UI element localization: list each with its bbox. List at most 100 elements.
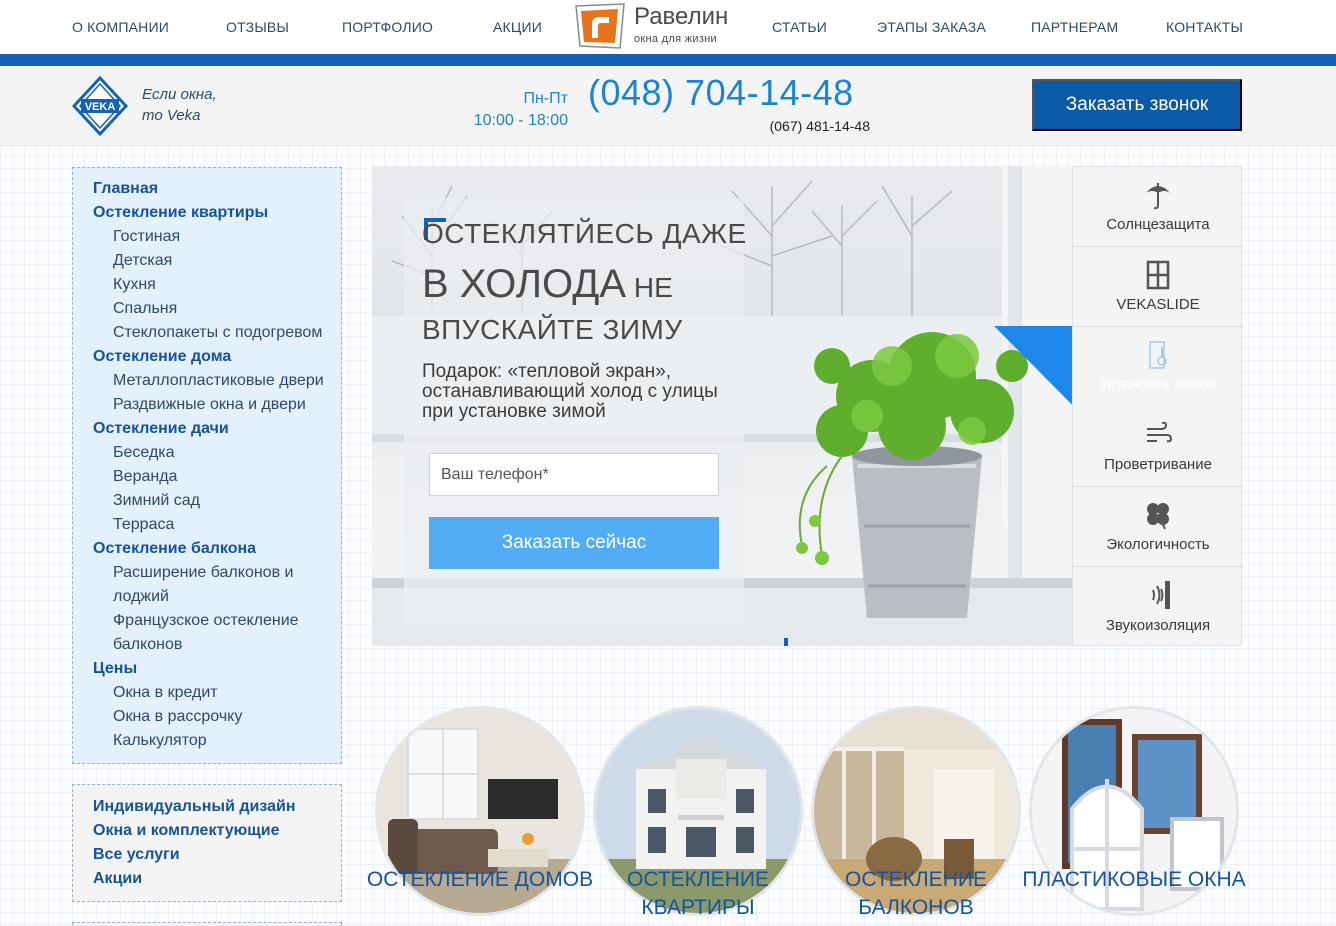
category-plastic-windows[interactable]: Пластиковые окна [1022, 706, 1246, 926]
sidebar-subitem-link[interactable]: Зимний сад [73, 489, 341, 513]
category-label: Пластиковые окна [1014, 866, 1254, 894]
request-callback-button[interactable]: Заказать звонок [1032, 79, 1242, 131]
hero-headline-line-2: в холода не [422, 262, 673, 307]
sidebar-secondary-link[interactable]: Акции [73, 867, 341, 891]
tab-winter-installation[interactable]: Установка зимой [1073, 327, 1243, 407]
slogan-line-2: то Veka [142, 107, 201, 124]
sidebar-subitem-link[interactable]: Беседка [73, 441, 341, 465]
sidebar-subitem-link[interactable]: Веранда [73, 465, 341, 489]
category-label-line-2: квартиры [641, 896, 755, 919]
hero-headline-line-3: впускайте зиму [422, 314, 683, 345]
contact-bar: VEKA Если окна, то Veka Пн-Пт 10:00 - 18… [0, 66, 1336, 146]
sidebar-section-link[interactable]: Остекление квартиры [73, 201, 341, 225]
sidebar-subitem-link[interactable]: Стеклопакеты с подогревом [73, 321, 341, 345]
sidebar-subitem-link[interactable]: балконов [73, 633, 341, 657]
sidebar-section-link[interactable]: Цены [73, 657, 341, 681]
window-frame-icon [1143, 259, 1173, 291]
sidebar-subitem-link[interactable]: Раздвижные окна и двери [73, 393, 341, 417]
sidebar-main-menu: Главная Остекление квартиры Гостиная Детска… [72, 167, 342, 764]
sidebar-subitem-link[interactable]: Французское остекление [73, 609, 341, 633]
sidebar-section-link[interactable]: Остекление дома [73, 345, 341, 369]
category-label-line-1: Пластиковые окна [1022, 868, 1246, 891]
sidebar-subitem-link[interactable]: Калькулятор [73, 729, 341, 753]
sidebar-subitem-link[interactable]: Расширение балконов и [73, 561, 341, 585]
nav-link-partners[interactable]: Партнерам [1031, 19, 1118, 35]
tab-vekaslide[interactable]: VEKASLIDE [1073, 247, 1243, 327]
nav-link-contacts[interactable]: Контакты [1166, 19, 1243, 35]
sidebar-secondary-menu: Индивидуальный дизайн Окна и комплектующи… [72, 784, 342, 902]
category-label-line-1: Остекление [845, 868, 987, 891]
tab-label: Экологичность [1106, 536, 1210, 553]
sidebar-subitem-link[interactable]: Кухня [73, 273, 341, 297]
tab-label: Проветривание [1104, 456, 1212, 473]
nav-link-promotions[interactable]: Акции [493, 19, 542, 35]
sidebar-subitem-link[interactable]: лоджий [73, 585, 341, 609]
tab-label: Звукоизоляция [1105, 617, 1211, 634]
sidebar-section-link[interactable]: Остекление балкона [73, 537, 341, 561]
site-logo[interactable]: Равелин окна для жизни [572, 0, 742, 50]
umbrella-icon [1143, 179, 1173, 211]
tab-ventilation[interactable]: Проветривание [1073, 407, 1243, 487]
sidebar-section-link[interactable]: Главная [73, 177, 341, 201]
category-label-line-2: балконов [858, 896, 974, 919]
tab-label: VEKASLIDE [1116, 296, 1200, 313]
nav-link-portfolio[interactable]: Портфолио [342, 19, 433, 35]
slogan-line-1: Если окна, [142, 86, 217, 103]
hours-time: 10:00 - 18:00 [473, 112, 568, 129]
feature-tabs: Солнцезащита VEKASLIDE Установка зимой П… [1072, 166, 1243, 647]
sidebar-subitem-link[interactable]: Терраса [73, 513, 341, 537]
corner-accent-bottom-right [766, 638, 788, 646]
sidebar-subitem-link[interactable]: Окна в рассрочку [73, 705, 341, 729]
alt-phone-link[interactable]: (067) 481-14-48 [700, 118, 870, 134]
sidebar-third-box [72, 922, 342, 926]
category-label: Остекление домов [360, 866, 600, 894]
category-label: Остекление квартиры [578, 866, 818, 922]
logo-tagline: окна для жизни [634, 33, 717, 45]
category-label-line-1: Остекление домов [366, 868, 594, 891]
hero-banner: Остеклятйесь даже в холода не впускайте … [372, 166, 1072, 646]
tab-label: Солнцезащита [1106, 216, 1210, 233]
nav-link-reviews[interactable]: Отзывы [226, 19, 289, 35]
category-apartments[interactable]: Остекление квартиры [588, 706, 808, 926]
logo-name: Равелин [634, 3, 729, 30]
thermometer-icon [1143, 339, 1173, 371]
nav-link-articles[interactable]: Статьи [772, 19, 827, 35]
logo-mark-icon [572, 2, 628, 49]
hero-headline-big: в холода [422, 262, 627, 306]
top-navigation: О компании Отзывы Портфолио Акции Равели… [0, 0, 1336, 66]
tab-sun-protection[interactable]: Солнцезащита [1073, 167, 1243, 247]
tab-label: Установка зимой [1099, 376, 1217, 393]
tab-sound-insulation[interactable]: Звукоизоляция [1073, 567, 1243, 647]
hero-description: Подарок: «тепловой экран», останавливающ… [422, 361, 718, 422]
sidebar-secondary-link[interactable]: Все услуги [73, 843, 341, 867]
order-now-button[interactable]: Заказать сейчас [429, 517, 719, 569]
main-phone-link[interactable]: (048) 704-14-48 [588, 72, 854, 114]
hours-days: Пн-Пт [523, 90, 569, 107]
category-balconies[interactable]: Остекление балконов [806, 706, 1026, 926]
sidebar-subitem-link[interactable]: Металлопластиковые двери [73, 369, 341, 393]
hero-headline-line-1: Остеклятйесь даже [422, 218, 747, 249]
sidebar-section-link[interactable]: Остекление дачи [73, 417, 341, 441]
sidebar-secondary-link[interactable]: Индивидуальный дизайн [73, 795, 341, 819]
sidebar-secondary-link[interactable]: Окна и комплектующие [73, 819, 341, 843]
header-divider-bar [0, 54, 1336, 66]
wind-icon [1143, 419, 1173, 451]
veka-badge-text: VEKA [85, 101, 116, 113]
sound-wave-icon [1143, 579, 1173, 611]
sidebar-subitem-link[interactable]: Гостиная [73, 225, 341, 249]
category-houses[interactable]: Остекление домов [367, 706, 593, 926]
hero-headline-small: не [626, 272, 673, 303]
tab-ecology[interactable]: Экологичность [1073, 487, 1243, 567]
veka-slogan: Если окна, то Veka [142, 84, 217, 126]
nav-link-order-steps[interactable]: Этапы заказа [877, 19, 986, 35]
category-label-line-1: Остекление [627, 868, 769, 891]
sidebar-subitem-link[interactable]: Окна в кредит [73, 681, 341, 705]
clover-icon [1143, 499, 1173, 531]
veka-logo: VEKA [71, 75, 129, 137]
phone-input[interactable] [429, 453, 719, 496]
nav-link-about[interactable]: О компании [72, 19, 169, 35]
working-hours: Пн-Пт 10:00 - 18:00 [440, 88, 568, 132]
sidebar-subitem-link[interactable]: Спальня [73, 297, 341, 321]
category-label: Остекление балконов [796, 866, 1036, 922]
sidebar-subitem-link[interactable]: Детская [73, 249, 341, 273]
